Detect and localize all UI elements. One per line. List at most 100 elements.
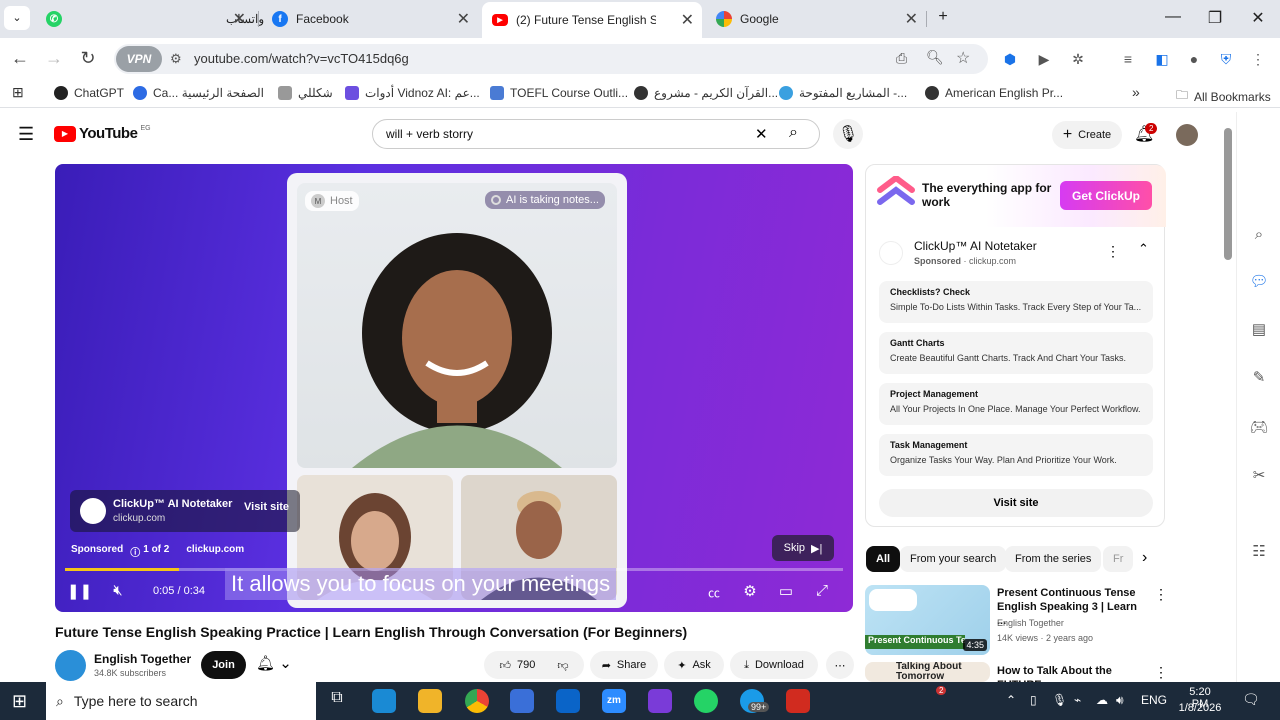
settings-gear-icon[interactable]: ⚙ xyxy=(739,582,761,600)
ad-feature-item[interactable]: Gantt Charts Create Beautiful Gantt Chart… xyxy=(879,332,1153,374)
chrome-icon[interactable] xyxy=(465,689,489,713)
bookmark-canva[interactable]: Ca... الصفحة الرئيسية xyxy=(133,86,264,100)
more-bookmarks-icon[interactable]: » xyxy=(1132,84,1140,100)
visit-site-button[interactable]: Visit site xyxy=(879,489,1153,517)
tray-language[interactable]: ENG xyxy=(1141,693,1167,707)
apps-grid-icon[interactable]: ⊞ xyxy=(12,84,24,101)
chip-from-your-search[interactable]: From your search xyxy=(900,546,1007,572)
chip-from-the-series[interactable]: From the series xyxy=(1005,546,1102,572)
restore-icon[interactable]: ❐ xyxy=(1200,8,1230,28)
whatsapp-icon[interactable] xyxy=(694,689,718,713)
ad-banner[interactable]: The everything app for work Get ClickUp xyxy=(866,165,1166,227)
tray-cloud-icon[interactable]: ☁ xyxy=(1096,693,1108,707)
tray-volume-icon[interactable]: 🔊︎ xyxy=(1116,693,1124,708)
bookmark-quran[interactable]: القرآن الكريم - مشروع... xyxy=(634,86,778,100)
window-close-icon[interactable]: ✕ xyxy=(1243,8,1273,28)
tab-facebook[interactable]: f Facebook ✕ xyxy=(262,4,478,34)
hamburger-menu-icon[interactable]: ☰ xyxy=(18,124,34,145)
lens-search-icon[interactable]: ⌕ xyxy=(1249,226,1269,246)
tools-icon[interactable]: ✂ xyxy=(1249,466,1269,486)
bookmark-american-english[interactable]: American English Pr... xyxy=(925,86,1063,100)
search-input[interactable]: will + verb storry ✕ ⌕ xyxy=(372,119,820,149)
task-view-icon[interactable]: ⧉ xyxy=(325,689,349,713)
minimize-icon[interactable]: — xyxy=(1158,8,1188,26)
tab-google[interactable]: Google ✕ xyxy=(706,4,926,34)
channel-avatar[interactable] xyxy=(55,650,86,681)
browser-menu-icon[interactable]: ⋮ xyxy=(1248,49,1268,69)
profile-icon[interactable]: ● xyxy=(1184,49,1204,69)
bookmark-vidnoz[interactable]: أدوات Vidnoz AI: عم... xyxy=(345,86,480,100)
rec-thumbnail[interactable]: Talking About Tomorrow xyxy=(865,662,990,682)
ad-domain-footer[interactable]: clickup.com xyxy=(186,544,244,559)
install-app-icon[interactable]: ⎙ xyxy=(896,50,907,67)
chat-icon[interactable]: 💬︎ xyxy=(1249,272,1269,292)
close-icon[interactable]: ✕ xyxy=(905,9,918,29)
mute-icon[interactable]: 🔇︎ xyxy=(107,582,129,599)
back-icon[interactable]: ← xyxy=(8,48,32,69)
all-bookmarks[interactable]: 🗀 All Bookmarks xyxy=(1176,86,1271,107)
extensions-puzzle-icon[interactable]: ✲ xyxy=(1068,49,1088,69)
subscribe-bell-icon[interactable]: 🔔︎ ⌄ xyxy=(256,654,292,672)
zoom-icon[interactable]: 🔍︎ xyxy=(926,49,944,66)
rec-menu-icon[interactable]: ⋮ xyxy=(1154,586,1168,603)
theater-mode-icon[interactable]: ▭ xyxy=(775,582,797,600)
side-panel-icon[interactable]: ◧ xyxy=(1152,49,1172,69)
rec-channel[interactable]: English Together xyxy=(997,618,1064,628)
ad-feature-item[interactable]: Task Management Organize Tasks Your Way. … xyxy=(879,434,1153,476)
bookmark-open-projects[interactable]: المشاريع المفتوحة -... xyxy=(779,86,907,100)
chips-next-chevron-icon[interactable]: › xyxy=(1142,549,1147,567)
ad-title[interactable]: ClickUp™ AI Notetaker xyxy=(914,239,1037,253)
game-controller-icon[interactable]: 🎮︎ xyxy=(1249,418,1269,438)
bookmark-chatgpt[interactable]: ChatGPT xyxy=(54,86,124,100)
ad-feature-item[interactable]: Project Management All Your Projects In O… xyxy=(879,383,1153,425)
tab-whatsapp[interactable]: ✆ واتساب ✕ xyxy=(36,4,264,34)
vpn-badge[interactable]: VPN xyxy=(116,46,162,72)
dislike-icon[interactable]: 👎︎ xyxy=(557,659,568,672)
search-icon[interactable]: ⌕ xyxy=(789,124,798,142)
tray-mic-icon[interactable]: 🎙︎ xyxy=(1052,693,1067,707)
avatar[interactable] xyxy=(1176,124,1198,146)
taskbar-search-input[interactable]: ⌕ Type here to search xyxy=(46,682,316,720)
fullscreen-icon[interactable]: ⤢ xyxy=(811,582,833,599)
site-info-icon[interactable]: ⚙ xyxy=(170,51,182,67)
share-button[interactable]: ➦ Share xyxy=(590,651,658,679)
vpn-shield-icon[interactable]: ⛨ xyxy=(1216,49,1236,69)
forward-icon[interactable]: → xyxy=(42,48,66,69)
captions-icon[interactable]: ㏄ xyxy=(703,584,725,601)
info-icon[interactable]: ⓘ xyxy=(130,544,140,559)
tray-chevron-icon[interactable]: ⌃ xyxy=(1006,693,1016,707)
chip-all[interactable]: All xyxy=(866,546,901,572)
collapse-chevron-icon[interactable]: ⌃ xyxy=(1138,241,1149,257)
reading-list-icon[interactable]: ▤ xyxy=(1249,320,1269,340)
omnibox[interactable]: VPN ⚙ youtube.com/watch?v=vcTO415dq6g ⎙ … xyxy=(114,44,988,74)
close-icon[interactable]: ✕ xyxy=(457,9,470,29)
tab-search-chevron-icon[interactable]: ⌄ xyxy=(4,6,30,30)
download-button[interactable]: ⤓ Download xyxy=(730,651,818,679)
reload-icon[interactable]: ↻ xyxy=(76,48,100,69)
tray-battery-icon[interactable]: ▯ xyxy=(1030,693,1037,707)
channel-name[interactable]: English Together xyxy=(94,652,191,666)
store-icon[interactable] xyxy=(510,689,534,713)
notification-center-icon[interactable]: 🗨︎ xyxy=(1242,691,1260,708)
windows-start-icon[interactable]: ⊞ xyxy=(12,691,27,712)
ad-feature-item[interactable]: Checklists? Check Simple To-Do Lists With… xyxy=(879,281,1153,323)
tray-date[interactable]: 1/8/2026 xyxy=(1176,702,1224,714)
skip-ad-button[interactable]: Skip ▶| xyxy=(772,535,834,561)
search-query[interactable]: will + verb storry xyxy=(386,127,473,141)
chip-truncated[interactable]: Fr xyxy=(1103,546,1133,572)
tray-network-icon[interactable]: ⌁ xyxy=(1074,693,1081,707)
zoom-app-icon[interactable]: zm xyxy=(602,689,626,713)
customize-icon[interactable]: ☷ xyxy=(1249,542,1269,562)
close-icon[interactable]: ✕ xyxy=(233,9,246,29)
clear-search-icon[interactable]: ✕ xyxy=(755,125,768,143)
ask-button[interactable]: ✦ Ask xyxy=(664,651,724,679)
bookmark-shakli[interactable]: شكللي xyxy=(278,86,333,100)
file-explorer-icon[interactable] xyxy=(418,689,442,713)
get-clickup-button[interactable]: Get ClickUp xyxy=(1060,181,1152,210)
extension-shield-icon[interactable]: ⬢ xyxy=(1000,49,1020,69)
video-player[interactable]: M Host AI is taking notes... ClickUp™ AI … xyxy=(55,164,853,612)
url-text[interactable]: youtube.com/watch?v=vcTO415dq6g xyxy=(194,51,409,66)
voice-search-icon[interactable]: 🎙︎ xyxy=(833,119,863,149)
join-button[interactable]: Join xyxy=(201,651,246,679)
ad-menu-icon[interactable]: ⋮ xyxy=(1106,243,1120,260)
